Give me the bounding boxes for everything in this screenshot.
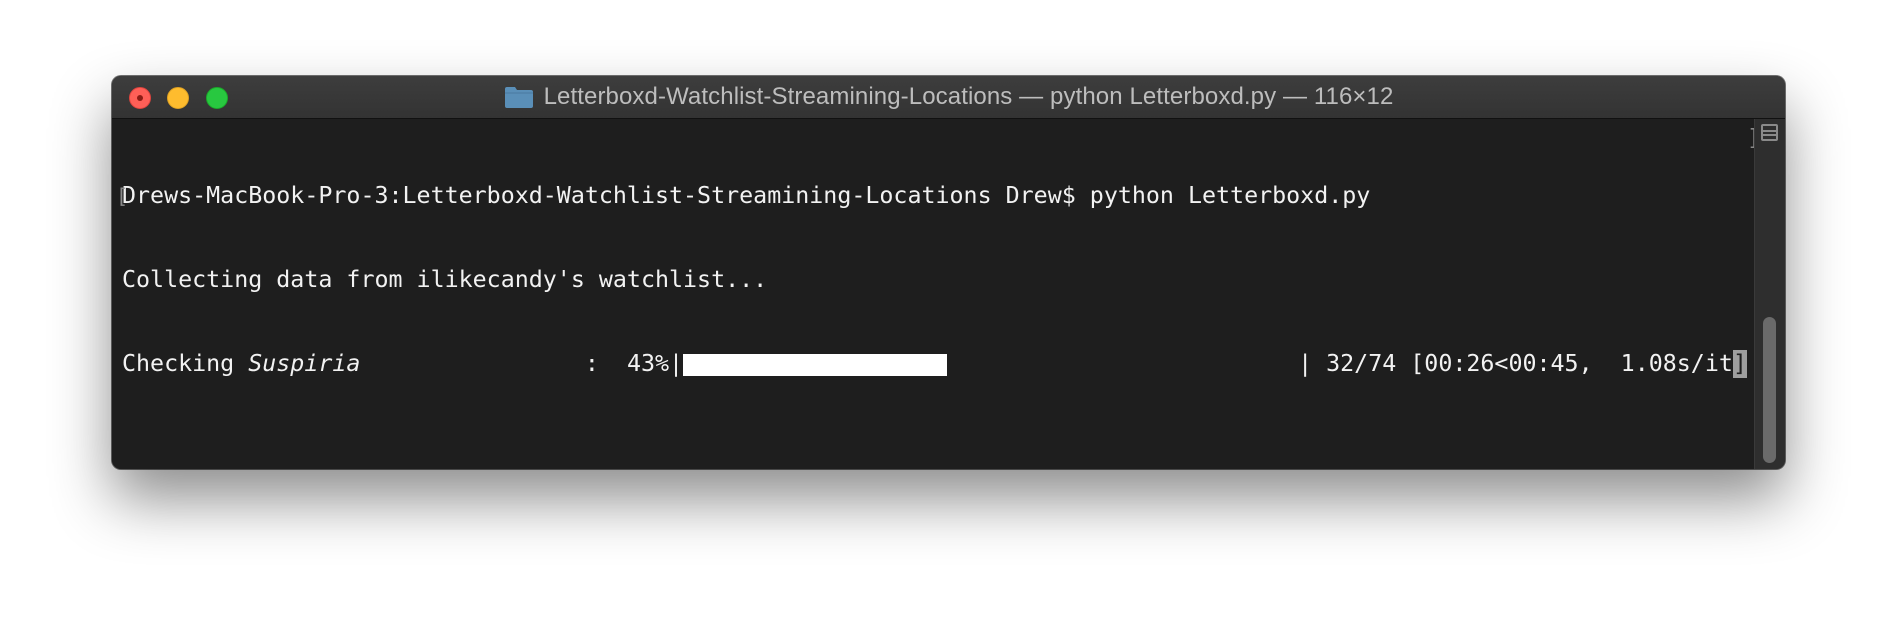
prompt-text: Drews-MacBook-Pro-3:Letterboxd-Watchlist… (122, 182, 1371, 209)
bar-left-pipe: | (669, 350, 684, 377)
progress-line: Checking Suspiria : 43%| | 32/74 [00:26<0… (122, 350, 1747, 378)
cursor-block: ] (1732, 350, 1747, 378)
window-title: Letterboxd-Watchlist-Streamining-Locatio… (543, 83, 1394, 110)
terminal-output: [Drews-MacBook-Pro-3:Letterboxd-Watchlis… (116, 126, 1747, 434)
film-title: Suspiria (248, 350, 361, 377)
title-bar[interactable]: Letterboxd-Watchlist-Streamining-Locatio… (112, 76, 1785, 119)
terminal-content[interactable]: [Drews-MacBook-Pro-3:Letterboxd-Watchlis… (112, 119, 1760, 469)
progress-bar-fill (683, 354, 948, 376)
progress-stats: 32/74 [00:26<00:45, 1.08s/it (1312, 350, 1733, 377)
split-pane-icon[interactable] (1761, 124, 1778, 141)
progress-percent: 43% (626, 350, 670, 377)
terminal-window: Letterboxd-Watchlist-Streamining-Locatio… (112, 76, 1785, 469)
collecting-line: Collecting data from ilikecandy's watchl… (122, 266, 768, 293)
scrollbar[interactable] (1754, 119, 1785, 469)
scroll-thumb[interactable] (1763, 317, 1776, 463)
progress-separator: : (360, 350, 627, 377)
mark-bracket-left: [ (116, 184, 129, 208)
progress-bar (683, 350, 1298, 378)
prompt-line: [Drews-MacBook-Pro-3:Letterboxd-Watchlis… (116, 182, 1747, 210)
window-title-area: Letterboxd-Watchlist-Streamining-Locatio… (112, 76, 1785, 118)
folder-icon (504, 87, 533, 108)
bar-right-pipe: | (1298, 350, 1313, 377)
progress-prefix: Checking (122, 350, 249, 377)
